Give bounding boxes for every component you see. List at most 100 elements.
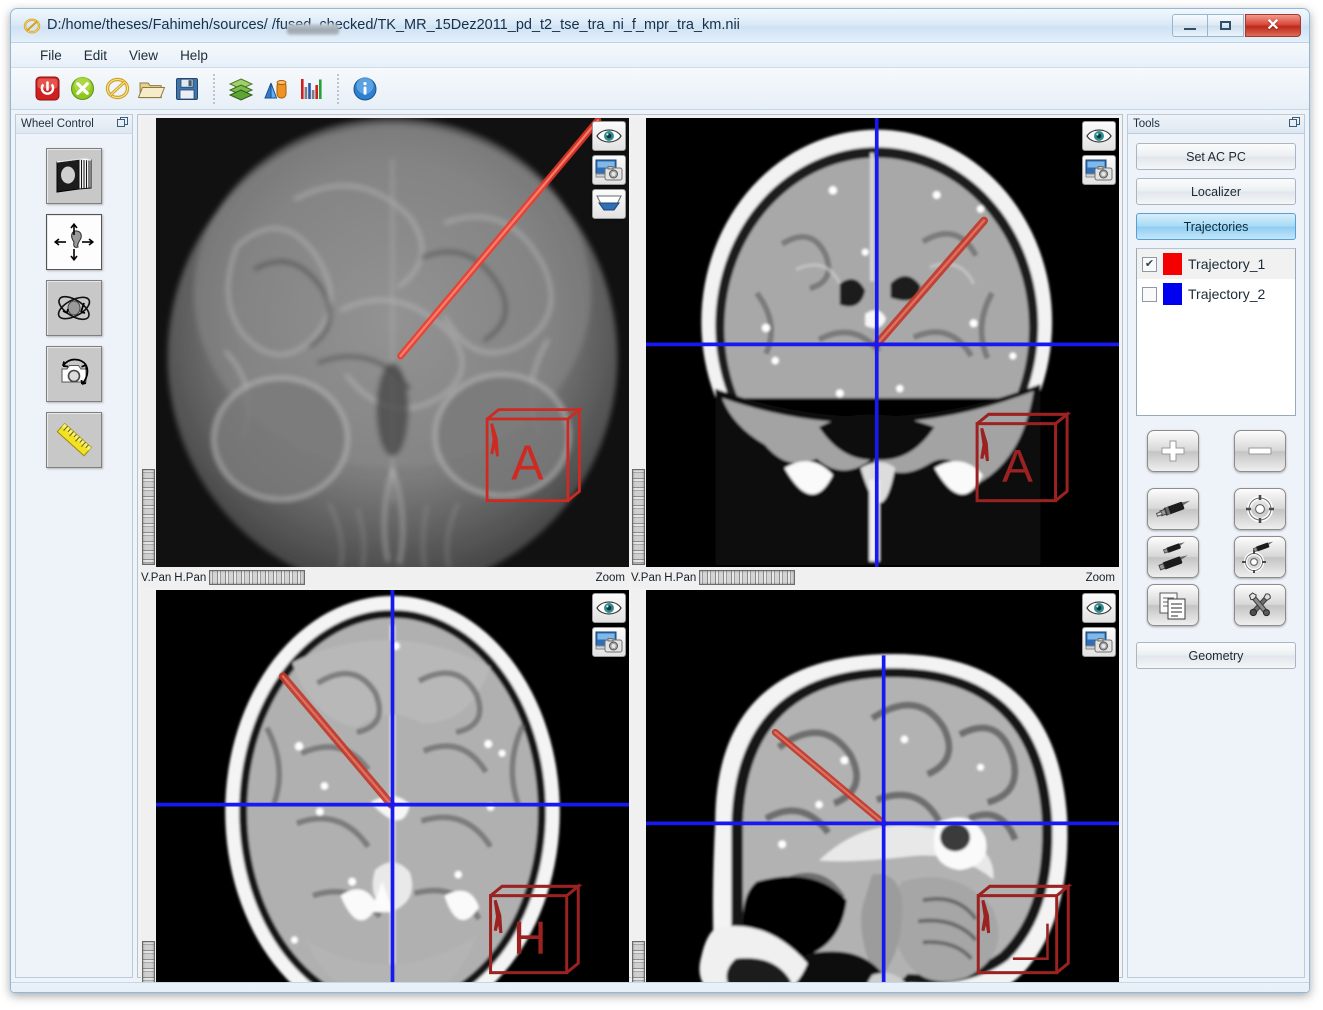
info-icon[interactable] — [349, 73, 381, 105]
copy-report-button[interactable] — [1146, 584, 1199, 626]
status-bar — [11, 982, 1309, 992]
minimize-icon — [1184, 28, 1196, 30]
svg-text:A: A — [1002, 440, 1033, 492]
viewport-sagittal-canvas[interactable] — [646, 590, 1119, 992]
wheel-slice-icon[interactable] — [46, 148, 102, 204]
tools-header: Tools — [1127, 114, 1305, 133]
wheel-ruler-icon[interactable] — [46, 412, 102, 468]
toolbar-separator — [337, 73, 339, 104]
screenshot-icon[interactable] — [1082, 627, 1116, 658]
hpan-label: H.Pan — [664, 571, 697, 584]
viewport-3d-overlay-buttons — [592, 121, 626, 219]
bar-chart-icon[interactable] — [295, 73, 327, 105]
trajectory-2-color-swatch — [1163, 283, 1182, 305]
vpan-label: V.Pan — [631, 571, 662, 584]
target-button[interactable] — [1233, 488, 1286, 530]
vertical-pan-slider[interactable] — [142, 469, 155, 566]
tools-title: Tools — [1133, 118, 1160, 130]
screenshot-icon[interactable] — [1082, 155, 1116, 185]
trajectory-1-color-swatch — [1163, 253, 1182, 275]
close-circle-icon[interactable] — [66, 73, 98, 105]
close-button[interactable]: ✕ — [1245, 14, 1301, 37]
viewport-coronal-overlay-buttons — [1082, 121, 1116, 185]
shapes-icon[interactable] — [260, 73, 292, 105]
menu-file[interactable]: File — [29, 46, 73, 65]
toolbar-group-file — [25, 73, 209, 105]
toolbar-separator — [213, 73, 215, 104]
undock-icon[interactable] — [1289, 117, 1300, 131]
main-body: Wheel Control A V.Pan H.Pan Zoom A V.Pan… — [11, 110, 1309, 992]
viewport-3d-footer: V.Pan H.Pan Zoom — [141, 567, 629, 589]
vertical-pan-slider[interactable] — [632, 469, 645, 566]
settings-button[interactable] — [1233, 584, 1286, 626]
viewport-axial-canvas[interactable]: H — [156, 590, 629, 992]
menu-edit[interactable]: Edit — [73, 46, 118, 65]
screenshot-icon[interactable] — [592, 155, 626, 185]
trajectory-1-checkbox[interactable]: ✔ — [1142, 256, 1157, 272]
layers-stack-icon[interactable] — [225, 73, 257, 105]
hpan-label: H.Pan — [174, 571, 207, 584]
redacted-path-segment — [287, 24, 339, 35]
window-controls: ✕ — [1172, 14, 1301, 37]
multi-electrode-button[interactable] — [1146, 536, 1199, 578]
list-item[interactable]: Trajectory_2 — [1137, 279, 1295, 309]
add-remove-button-grid — [1136, 430, 1296, 472]
menu-view[interactable]: View — [118, 46, 169, 65]
power-button-icon[interactable] — [31, 73, 63, 105]
trajectory-tool-grid — [1136, 488, 1296, 626]
viewport-axial-overlay-buttons — [592, 593, 626, 658]
menu-help[interactable]: Help — [169, 46, 219, 65]
list-item[interactable]: ✔ Trajectory_1 — [1137, 249, 1295, 279]
wheel-camera-icon[interactable] — [46, 346, 102, 402]
title-bar: D:/home/theses/Fahimeh/sources/ /fused_c… — [11, 9, 1309, 43]
frustum-icon[interactable] — [592, 189, 626, 219]
maximize-button[interactable] — [1208, 14, 1244, 37]
viewport-coronal[interactable]: A V.Pan H.Pan Zoom — [631, 118, 1119, 589]
tools-panel: Set AC PC Localizer Trajectories ✔ Traje… — [1127, 133, 1305, 978]
wheel-control-panel — [15, 133, 133, 978]
electrode-button[interactable] — [1146, 488, 1199, 530]
undock-icon[interactable] — [117, 117, 128, 131]
eye-icon[interactable] — [1082, 121, 1116, 151]
application-window: D:/home/theses/Fahimeh/sources/ /fused_c… — [10, 8, 1310, 993]
zoom-label: Zoom — [595, 571, 625, 584]
viewport-axial[interactable]: H — [141, 590, 629, 992]
horizontal-pan-slider[interactable] — [699, 570, 796, 586]
right-dock: Tools Set AC PC Localizer Trajectories ✔ — [1127, 114, 1305, 978]
wheel-control-title: Wheel Control — [21, 118, 94, 130]
maximize-icon — [1220, 21, 1231, 30]
ring-icon[interactable] — [101, 73, 133, 105]
viewport-coronal-footer: V.Pan H.Pan Zoom — [631, 567, 1119, 589]
geometry-button[interactable]: Geometry — [1136, 642, 1296, 669]
eye-icon[interactable] — [592, 593, 626, 624]
toolbar-group-view — [219, 73, 333, 105]
vpan-label: V.Pan — [141, 571, 172, 584]
viewport-grid: A V.Pan H.Pan Zoom A V.Pan H.Pan Zoom H — [137, 114, 1123, 992]
eye-icon[interactable] — [1082, 593, 1116, 624]
left-dock: Wheel Control — [15, 114, 133, 978]
add-trajectory-button[interactable] — [1146, 430, 1199, 472]
close-icon: ✕ — [1266, 16, 1280, 34]
viewport-coronal-canvas[interactable]: A — [646, 118, 1119, 568]
viewport-3d[interactable]: A V.Pan H.Pan Zoom — [141, 118, 629, 589]
wheel-rotate-icon[interactable] — [46, 280, 102, 336]
open-folder-icon[interactable] — [136, 73, 168, 105]
horizontal-pan-slider[interactable] — [209, 570, 306, 586]
trajectory-list[interactable]: ✔ Trajectory_1 Trajectory_2 — [1136, 248, 1296, 416]
wheel-pan-icon[interactable] — [46, 214, 102, 270]
trajectories-button[interactable]: Trajectories — [1136, 213, 1296, 240]
minimize-button[interactable] — [1172, 14, 1208, 37]
eye-icon[interactable] — [592, 121, 626, 151]
trajectory-2-checkbox[interactable] — [1142, 286, 1157, 302]
svg-text:H: H — [513, 912, 546, 964]
toolbar — [11, 68, 1309, 110]
screenshot-icon[interactable] — [592, 627, 626, 658]
viewport-3d-canvas[interactable]: A — [156, 118, 629, 568]
set-ac-pc-button[interactable]: Set AC PC — [1136, 143, 1296, 170]
zoom-label: Zoom — [1085, 571, 1115, 584]
localizer-button[interactable]: Localizer — [1136, 178, 1296, 205]
multi-target-button[interactable] — [1233, 536, 1286, 578]
remove-trajectory-button[interactable] — [1233, 430, 1286, 472]
save-floppy-icon[interactable] — [171, 73, 203, 105]
viewport-sagittal[interactable]: V.Pan H.Pan Zoom — [631, 590, 1119, 992]
